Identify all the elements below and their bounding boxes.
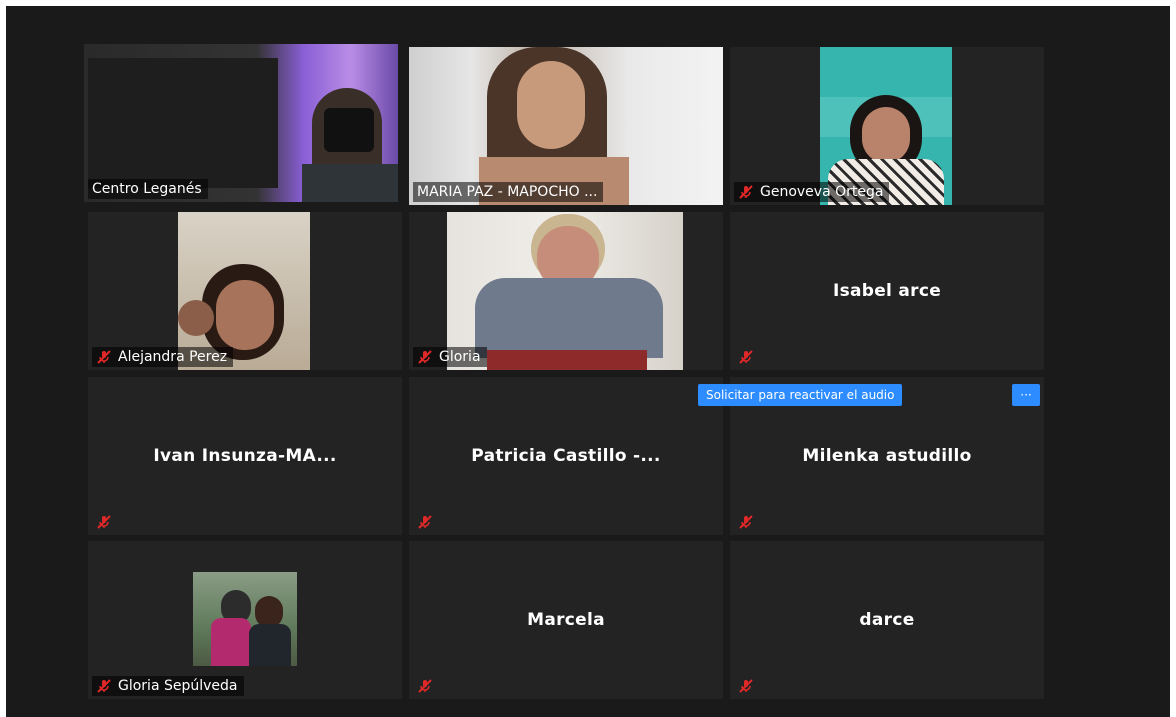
- mic-muted-icon: [738, 514, 754, 530]
- participant-name-label: [734, 676, 766, 696]
- participant-tile-marcela[interactable]: Marcela: [409, 541, 723, 699]
- mic-muted-icon: [738, 184, 754, 200]
- participant-name: Marcela: [527, 610, 605, 630]
- mic-muted-icon: [417, 349, 433, 365]
- participant-name-label: MARIA PAZ - MAPOCHO ...: [413, 182, 604, 202]
- participant-tile-gloria[interactable]: Gloria: [409, 212, 723, 370]
- participant-name-label: [92, 512, 124, 532]
- participant-tile-ivan-insunza[interactable]: Ivan Insunza-MA...: [88, 377, 402, 535]
- participant-name-label: [413, 676, 445, 696]
- participant-tile-gloria-sepulveda[interactable]: Gloria Sepúlveda: [88, 541, 402, 699]
- participant-name: Isabel arce: [832, 281, 942, 301]
- mic-muted-icon: [96, 678, 112, 694]
- participant-name-label: [734, 347, 766, 367]
- mic-muted-icon: [417, 514, 433, 530]
- participant-tile-centro-leganes[interactable]: Centro Leganés: [84, 44, 398, 202]
- mic-muted-icon: [96, 514, 112, 530]
- mic-muted-icon: [96, 349, 112, 365]
- participant-tile-patricia-castillo[interactable]: Patricia Castillo -...: [409, 377, 723, 535]
- participant-name-label: Genoveva Ortega: [734, 182, 890, 202]
- ask-to-unmute-button[interactable]: Solicitar para reactivar el audio: [698, 384, 903, 406]
- participant-name-label: Centro Leganés: [88, 179, 208, 199]
- more-options-icon[interactable]: ···: [1012, 384, 1040, 406]
- participant-tile-alejandra-perez[interactable]: Alejandra Perez: [88, 212, 402, 370]
- participant-name-label: [413, 512, 445, 532]
- participant-name-label: Gloria: [413, 347, 487, 367]
- mic-muted-icon: [738, 678, 754, 694]
- participant-name: Patricia Castillo -...: [471, 446, 661, 466]
- mic-muted-icon: [738, 349, 754, 365]
- participant-tile-isabel-arce[interactable]: Isabel arce: [730, 212, 1044, 370]
- participant-tile-darce[interactable]: darce: [730, 541, 1044, 699]
- participant-tile-genoveva-ortega[interactable]: Genoveva Ortega: [730, 47, 1044, 205]
- participant-name-label: Alejandra Perez: [92, 347, 234, 367]
- participant-name-label: Gloria Sepúlveda: [92, 676, 244, 696]
- participant-video: [193, 572, 297, 666]
- participant-tile-maria-paz[interactable]: MARIA PAZ - MAPOCHO ...: [409, 47, 723, 205]
- mic-muted-icon: [417, 678, 433, 694]
- meeting-gallery: Centro Leganés MARIA PAZ - MAPOCHO ... G…: [6, 6, 1170, 717]
- participant-name: Milenka astudillo: [802, 446, 972, 466]
- participant-name: darce: [859, 610, 915, 630]
- participant-name: Ivan Insunza-MA...: [153, 446, 337, 466]
- participant-name-label: [734, 512, 766, 532]
